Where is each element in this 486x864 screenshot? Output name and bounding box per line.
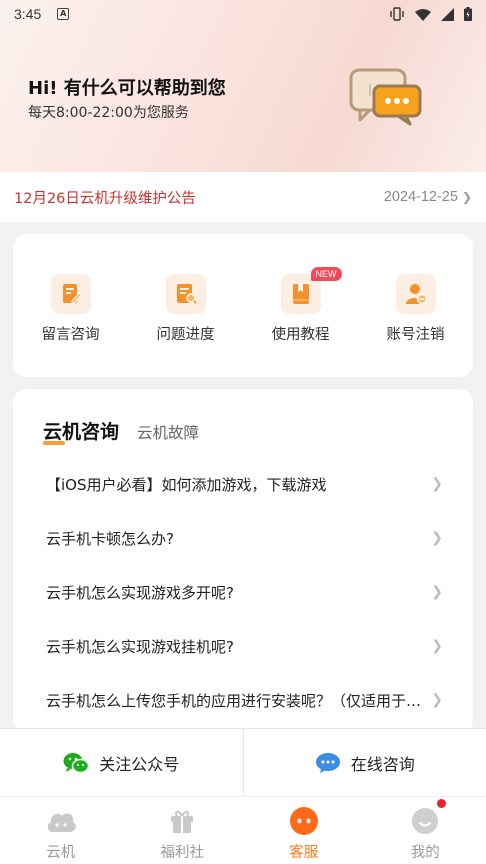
signal-icon bbox=[441, 7, 454, 21]
nav-item-customer-service[interactable]: 客服 bbox=[243, 797, 365, 864]
online-consult-button[interactable]: 在线咨询 bbox=[244, 729, 486, 796]
nav-label: 云机 bbox=[46, 845, 76, 861]
wechat-icon bbox=[63, 752, 90, 773]
header-banner: 3:45 A Hi! 有什么可以帮助到您 每天8:00-22:00为您服务 bbox=[0, 0, 486, 172]
battery-icon bbox=[464, 7, 472, 21]
nav-item-cloud[interactable]: 云机 bbox=[0, 797, 122, 864]
gift-icon bbox=[166, 805, 198, 837]
nav-label: 福利社 bbox=[160, 845, 205, 861]
new-badge: NEW bbox=[310, 267, 342, 281]
list-item[interactable]: 云手机怎么实现游戏挂机呢? ❯ bbox=[13, 619, 473, 673]
contact-bar: 关注公众号 在线咨询 bbox=[0, 728, 486, 796]
chevron-right-icon: ❯ bbox=[431, 476, 443, 492]
action-label: 使用教程 bbox=[271, 327, 330, 343]
notification-a-icon: A bbox=[57, 8, 70, 20]
customer-service-icon bbox=[288, 805, 320, 837]
nav-label: 我的 bbox=[410, 845, 440, 861]
action-leave-message[interactable]: 留言咨询 bbox=[21, 274, 121, 377]
question-text: 云手机怎么实现游戏多开呢? bbox=[46, 583, 234, 602]
follow-wechat-button[interactable]: 关注公众号 bbox=[0, 729, 243, 796]
question-text: 云手机怎么实现游戏挂机呢? bbox=[46, 637, 234, 656]
faq-card: 云机咨询 云机故障 【iOS用户必看】如何添加游戏，下载游戏 ❯ 云手机卡顿怎么办… bbox=[13, 389, 473, 734]
announcement-bar[interactable]: 12月26日云机升级维护公告 2024-12-25 ❯ bbox=[0, 172, 486, 222]
action-account-cancel[interactable]: 账号注销 bbox=[366, 274, 466, 377]
notification-dot bbox=[436, 799, 446, 808]
list-item[interactable]: 云手机怎么上传您手机的应用进行安装呢？（仅适用于安卓手机） ❯ bbox=[13, 673, 473, 727]
list-item[interactable]: 【iOS用户必看】如何添加游戏，下载游戏 ❯ bbox=[13, 457, 473, 511]
service-hours: 每天8:00-22:00为您服务 bbox=[28, 105, 189, 121]
chevron-right-icon: ❯ bbox=[461, 190, 472, 204]
chat-bubble-icon bbox=[315, 752, 340, 773]
message-edit-icon bbox=[50, 274, 91, 314]
action-issue-progress[interactable]: 问题进度 bbox=[136, 274, 236, 377]
announcement-title[interactable]: 12月26日云机升级维护公告 bbox=[14, 187, 196, 208]
tab-cloud-consult[interactable]: 云机咨询 bbox=[43, 417, 119, 445]
greeting-title: Hi! 有什么可以帮助到您 bbox=[28, 78, 226, 99]
quick-actions-card: 留言咨询 问题进度 NEW 使用教程 账号注销 bbox=[13, 234, 473, 377]
faq-tabs: 云机咨询 云机故障 bbox=[43, 417, 199, 445]
status-time: 3:45 bbox=[14, 6, 42, 22]
profile-icon bbox=[409, 805, 441, 837]
chevron-right-icon: ❯ bbox=[431, 692, 443, 708]
chat-bubbles-illustration-icon bbox=[349, 68, 422, 126]
wifi-icon bbox=[415, 8, 431, 21]
list-item[interactable]: 云手机卡顿怎么办? ❯ bbox=[13, 511, 473, 565]
action-label: 问题进度 bbox=[156, 327, 215, 343]
question-text: 【iOS用户必看】如何添加游戏，下载游戏 bbox=[46, 475, 327, 494]
question-text: 云手机卡顿怎么办? bbox=[46, 529, 174, 548]
nav-label: 客服 bbox=[289, 845, 319, 861]
follow-wechat-label: 关注公众号 bbox=[99, 754, 180, 774]
cloud-gamepad-icon bbox=[45, 805, 77, 837]
online-consult-label: 在线咨询 bbox=[350, 754, 415, 774]
progress-search-icon bbox=[165, 274, 206, 314]
chevron-right-icon: ❯ bbox=[431, 638, 443, 654]
status-bar: 3:45 A bbox=[0, 0, 486, 28]
nav-item-mine[interactable]: 我的 bbox=[365, 797, 486, 864]
action-label: 账号注销 bbox=[386, 327, 445, 343]
question-text: 云手机怎么上传您手机的应用进行安装呢？（仅适用于安卓手机） bbox=[46, 691, 422, 710]
action-tutorial[interactable]: NEW 使用教程 bbox=[251, 267, 351, 377]
nav-item-welfare[interactable]: 福利社 bbox=[122, 797, 244, 864]
announcement-date: 2024-12-25 bbox=[383, 189, 458, 205]
chevron-right-icon: ❯ bbox=[431, 530, 443, 546]
action-label: 留言咨询 bbox=[41, 327, 100, 343]
list-item[interactable]: 云手机怎么实现游戏多开呢? ❯ bbox=[13, 565, 473, 619]
faq-list: 【iOS用户必看】如何添加游戏，下载游戏 ❯ 云手机卡顿怎么办? ❯ 云手机怎么实现… bbox=[13, 457, 473, 727]
account-remove-icon bbox=[395, 274, 436, 314]
bottom-nav: 云机 福利社 客服 我的 bbox=[0, 796, 486, 864]
vibrate-icon bbox=[390, 7, 404, 21]
chevron-right-icon: ❯ bbox=[431, 584, 443, 600]
tab-cloud-fault[interactable]: 云机故障 bbox=[137, 421, 199, 444]
